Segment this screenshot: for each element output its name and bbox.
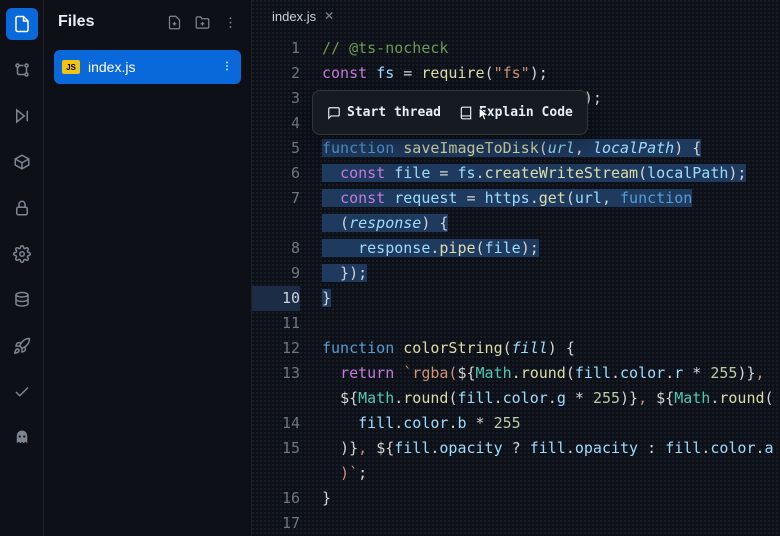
start-thread-label: Start thread xyxy=(347,100,441,125)
new-folder-icon[interactable] xyxy=(191,11,213,33)
start-thread-button[interactable]: Start thread xyxy=(323,98,445,127)
code-editor[interactable]: 12345678910111213141516171819 // @ts-noc… xyxy=(252,32,780,536)
file-name: index.js xyxy=(88,59,213,75)
tab-row: index.js ✕ xyxy=(252,0,780,32)
close-icon[interactable]: ✕ xyxy=(324,9,334,23)
activity-bar xyxy=(0,0,44,536)
settings-icon[interactable] xyxy=(6,238,38,270)
sidebar-title: Files xyxy=(58,13,157,31)
editor-area: index.js ✕ 12345678910111213141516171819… xyxy=(252,0,780,536)
files-sidebar: Files JS index.js xyxy=(44,0,252,536)
packages-icon[interactable] xyxy=(6,146,38,178)
checkmark-icon[interactable] xyxy=(6,376,38,408)
js-badge-icon: JS xyxy=(62,60,80,74)
run-icon[interactable] xyxy=(6,100,38,132)
file-item-index-js[interactable]: JS index.js xyxy=(54,50,241,84)
line-gutter: 12345678910111213141516171819 xyxy=(252,32,318,536)
explain-code-label: Explain Code xyxy=(479,100,573,125)
code-context-menu: Start thread Explain Code xyxy=(312,90,588,135)
tab-index-js[interactable]: index.js ✕ xyxy=(262,0,344,32)
sidebar-header: Files xyxy=(44,0,251,44)
mouse-cursor-icon xyxy=(477,107,491,121)
file-kebab-icon[interactable] xyxy=(221,59,233,76)
new-file-icon[interactable] xyxy=(163,11,185,33)
explain-code-button[interactable]: Explain Code xyxy=(455,98,577,127)
deploy-icon[interactable] xyxy=(6,330,38,362)
version-control-icon[interactable] xyxy=(6,54,38,86)
tab-label: index.js xyxy=(272,9,316,24)
ghost-icon[interactable] xyxy=(6,422,38,454)
lock-icon[interactable] xyxy=(6,192,38,224)
database-icon[interactable] xyxy=(6,284,38,316)
file-list: JS index.js xyxy=(44,44,251,90)
sidebar-kebab-icon[interactable] xyxy=(219,11,241,33)
files-tab-icon[interactable] xyxy=(6,8,38,40)
